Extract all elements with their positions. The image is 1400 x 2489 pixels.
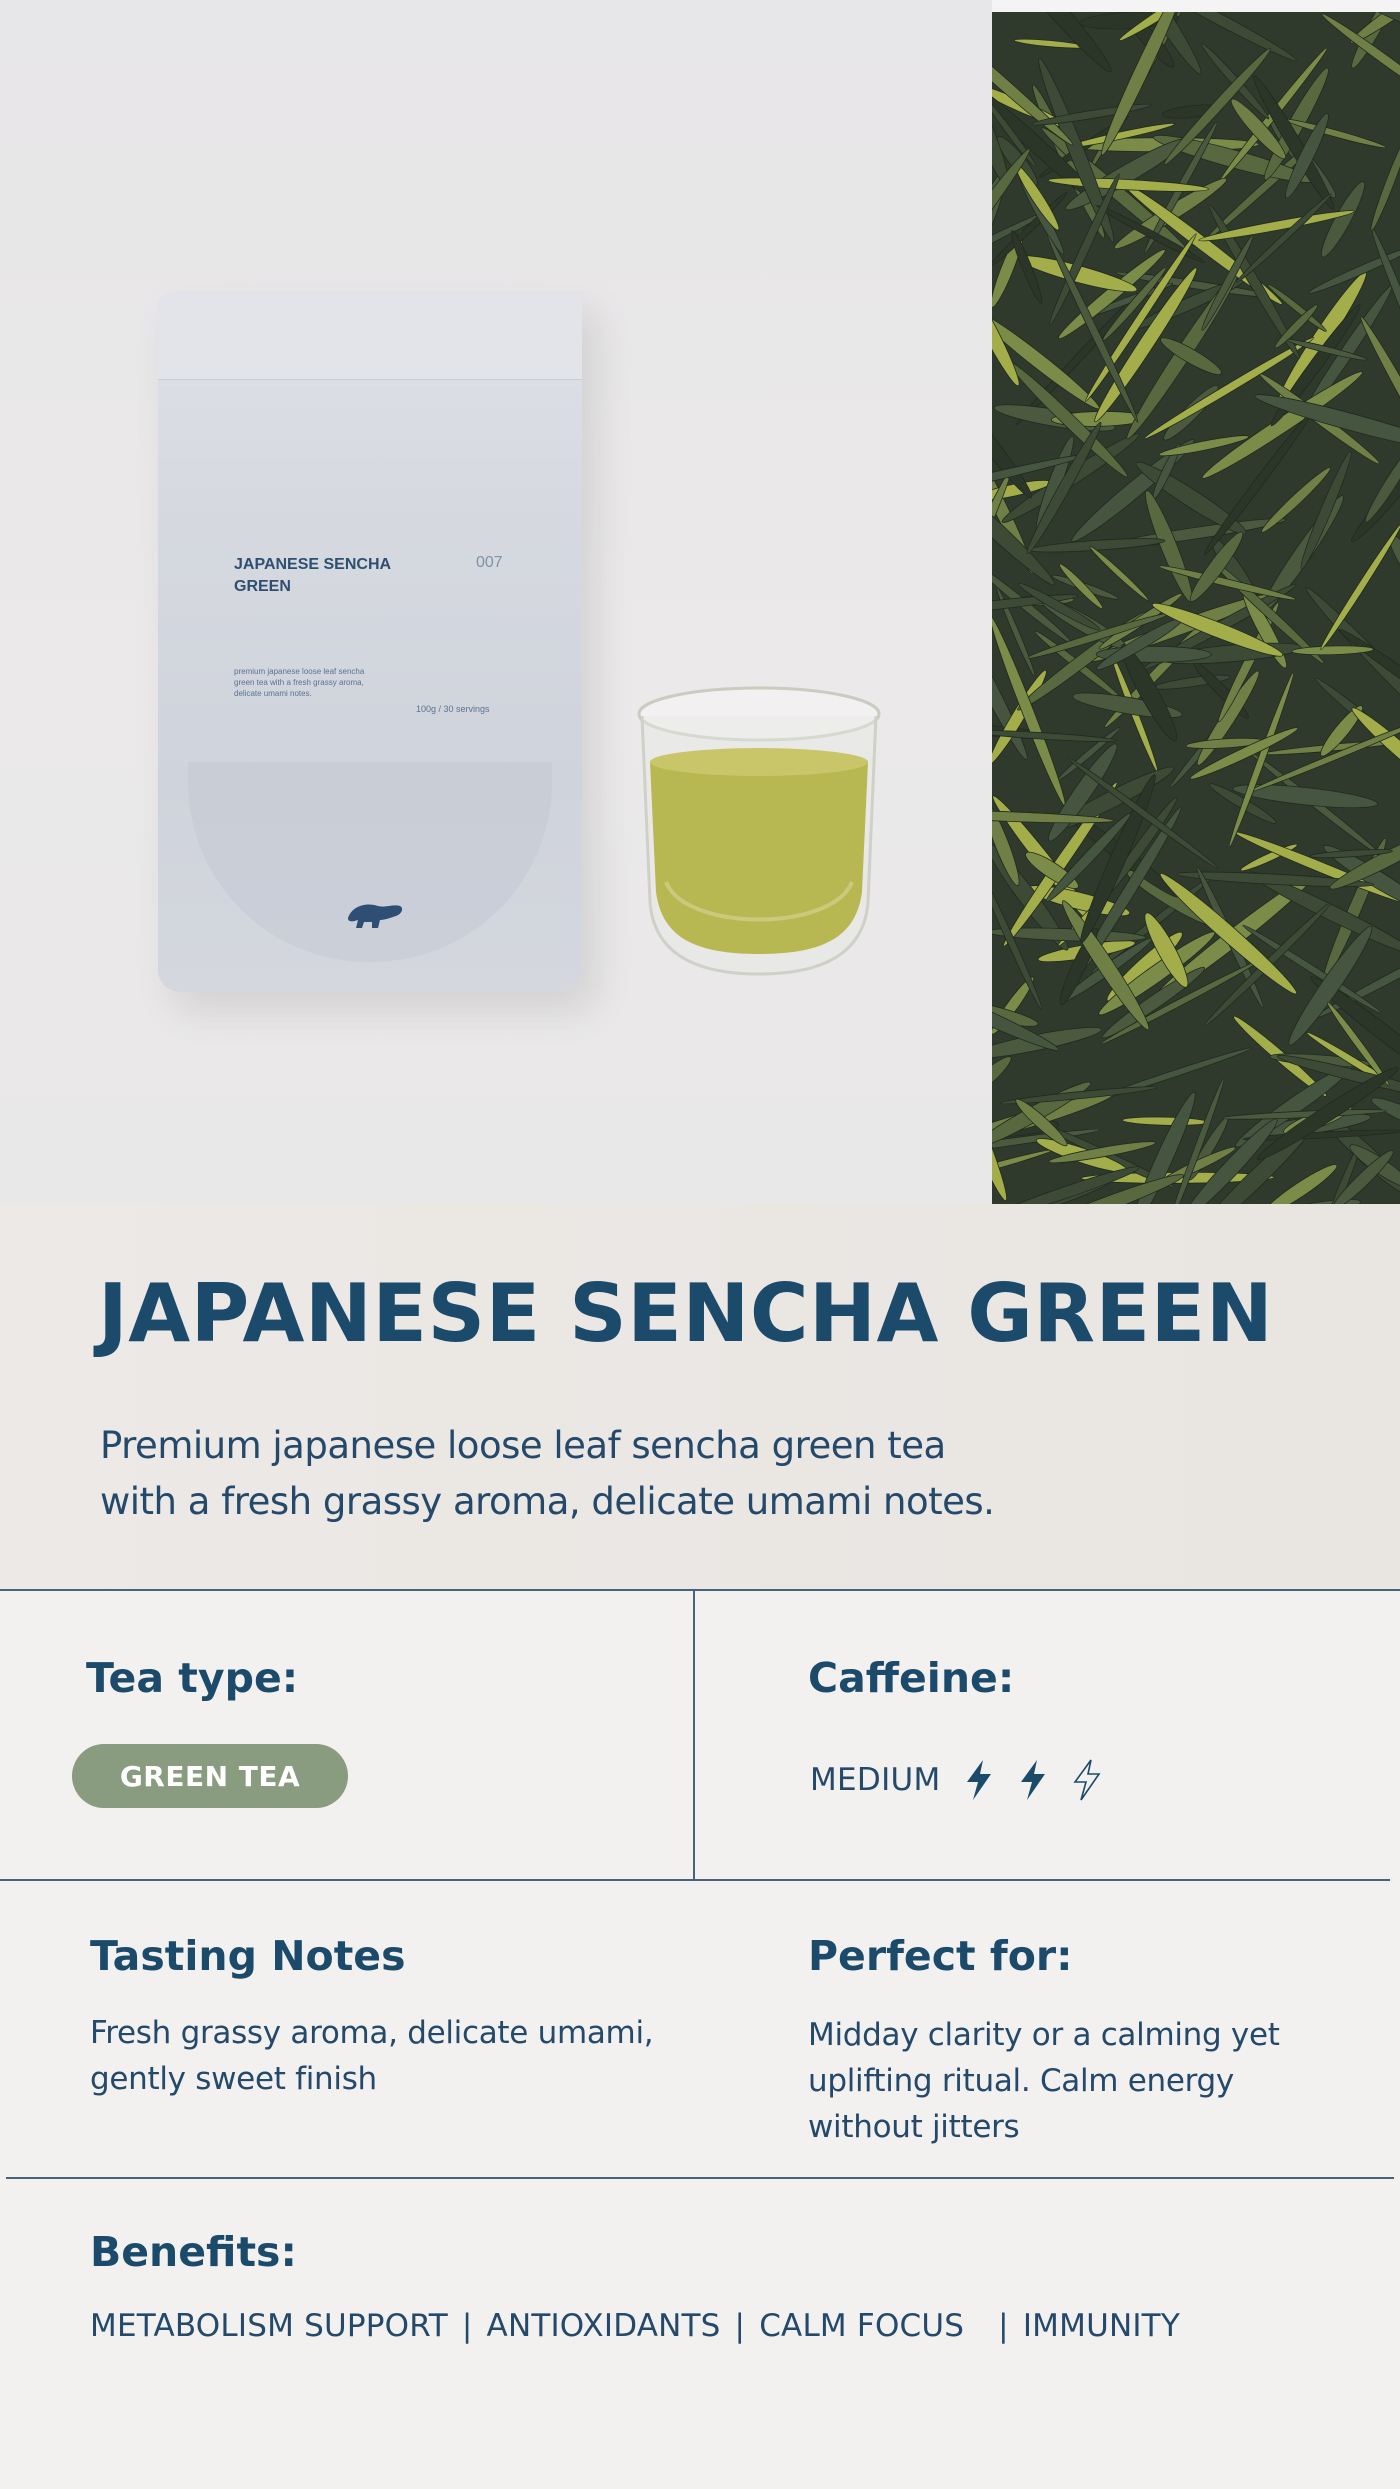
perfect-for-line: without jitters (808, 2109, 1020, 2145)
hero-images: JAPANESE SENCHA GREEN 007 premium japane… (0, 0, 1400, 1204)
benefit-separator: | (998, 2308, 1009, 2344)
benefit-item: CALM FOCUS (759, 2308, 965, 2344)
pouch-product-name: JAPANESE SENCHA GREEN (234, 556, 391, 595)
lightning-bolt-icon (1020, 1760, 1045, 1800)
pouch-product-number: 007 (476, 554, 503, 571)
tea-glass-image (637, 686, 881, 976)
perfect-for-heading: Perfect for: (808, 1932, 1073, 1980)
benefits-list: METABOLISM SUPPORT | ANTIOXIDANTS | CALM… (90, 2308, 1180, 2344)
lightning-bolt-outline-icon (1073, 1759, 1101, 1801)
pouch-product-description: premium japanese loose leaf sencha green… (234, 667, 365, 698)
tea-leaves-texture (992, 12, 1400, 1204)
benefits-heading: Benefits: (90, 2228, 297, 2276)
benefit-separator: | (734, 2308, 746, 2344)
tea-leaves-photo (992, 12, 1400, 1204)
tasting-notes-line: Fresh grassy aroma, delicate umami, (90, 2015, 654, 2051)
tea-type-badge: GREEN TEA (72, 1744, 348, 1808)
caffeine-heading: Caffeine: (808, 1654, 1015, 1702)
tea-leaf (992, 1056, 1012, 1103)
perfect-for-text: Midday clarity or a calming yet upliftin… (808, 2012, 1368, 2150)
divider-vertical (693, 1590, 695, 1880)
divider (0, 1879, 1390, 1881)
tasting-notes-text: Fresh grassy aroma, delicate umami, gent… (90, 2010, 730, 2102)
tea-leaf (1084, 233, 1197, 402)
benefit-separator: | (461, 2308, 473, 2344)
tea-pouch-image: JAPANESE SENCHA GREEN 007 premium japane… (158, 292, 582, 992)
image-gap (992, 0, 1400, 12)
product-title: JAPANESE SENCHA GREEN (98, 1267, 1274, 1360)
perfect-for-line: uplifting ritual. Calm energy (808, 2063, 1234, 2099)
title-band (0, 1204, 1400, 1590)
pouch-weight: 100g / 30 servings (416, 704, 490, 714)
tea-leaf (1047, 234, 1139, 423)
tea-leaf (1320, 524, 1400, 650)
product-description-line: Premium japanese loose leaf sencha green… (100, 1424, 946, 1467)
lightning-bolt-icon (966, 1760, 991, 1800)
product-photo: JAPANESE SENCHA GREEN 007 premium japane… (0, 0, 992, 1204)
benefit-item: IMMUNITY (1022, 2308, 1180, 2344)
caffeine-level-label: MEDIUM (810, 1762, 941, 1798)
caffeine-level: MEDIUM (810, 1752, 1121, 1808)
perfect-for-line: Midday clarity or a calming yet (808, 2017, 1280, 2053)
product-description-line: with a fresh grassy aroma, delicate umam… (100, 1480, 995, 1523)
tea-leaf (1122, 1116, 1208, 1126)
tasting-notes-line: gently sweet finish (90, 2061, 377, 2097)
benefit-item: METABOLISM SUPPORT (90, 2308, 448, 2344)
tea-leaf (1360, 316, 1400, 492)
pouch-window (188, 762, 552, 962)
tea-type-heading: Tea type: (86, 1654, 299, 1702)
brand-logo-icon (348, 904, 403, 928)
benefit-item: ANTIOXIDANTS (486, 2308, 721, 2344)
divider (0, 1589, 1400, 1591)
divider (6, 2177, 1394, 2179)
tea-leaf (1300, 450, 1352, 570)
tasting-notes-heading: Tasting Notes (90, 1932, 406, 1980)
product-description: Premium japanese loose leaf sencha green… (100, 1418, 1100, 1530)
pouch-seal (158, 292, 582, 380)
